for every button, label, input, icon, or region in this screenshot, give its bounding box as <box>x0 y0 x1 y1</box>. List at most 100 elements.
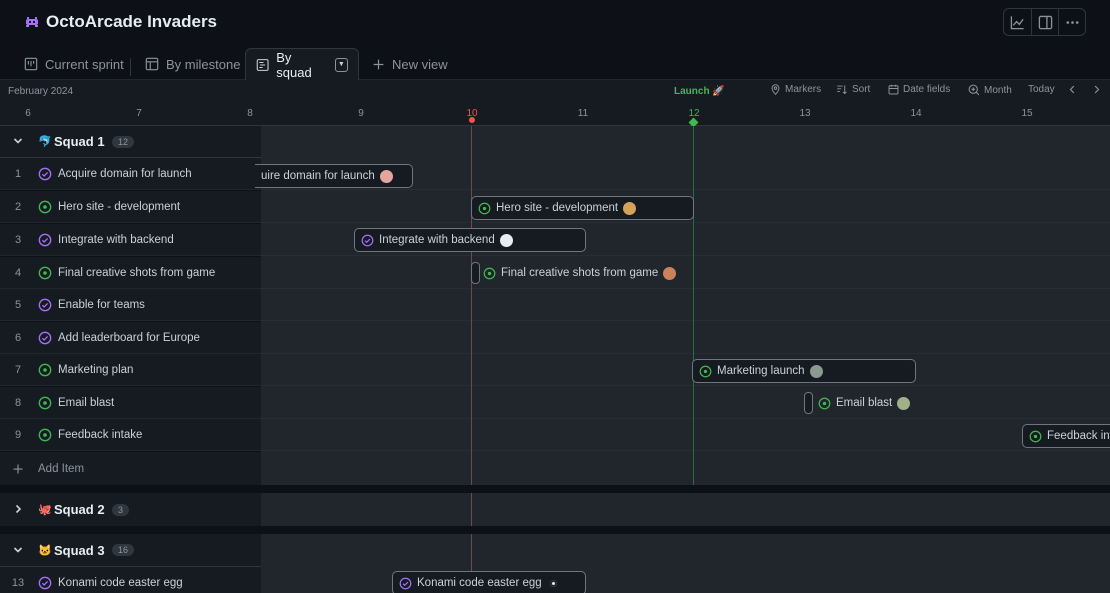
grid-row <box>261 322 1110 354</box>
today-line <box>471 493 472 526</box>
row-number: 5 <box>14 298 22 311</box>
row-number: 6 <box>14 331 22 344</box>
chevron-down-icon[interactable] <box>12 135 24 147</box>
group-header-squad-3[interactable]: 🐱 Squad 3 16 <box>0 534 261 567</box>
issue-open-icon <box>38 396 52 409</box>
project-header: OctoArcade Invaders <box>0 0 1110 44</box>
timeline-bar-marketing-launch[interactable]: Marketing launch <box>692 359 916 383</box>
grid-group-header <box>261 493 1110 525</box>
group-separator <box>0 526 1110 534</box>
group-count-badge: 3 <box>112 503 130 516</box>
timeline-bar-email-blast[interactable]: Email blast <box>812 391 922 415</box>
issue-closed-icon <box>38 576 52 590</box>
side-panel-button[interactable] <box>1031 9 1058 35</box>
timeline-bar-integrate-backend[interactable]: Integrate with backend <box>354 228 586 252</box>
group-name: Squad 2 <box>54 502 105 517</box>
sort-button[interactable]: Sort <box>836 84 870 95</box>
timeline-bar-konami[interactable]: Konami code easter egg <box>392 571 586 593</box>
more-options-button[interactable] <box>1058 9 1085 35</box>
avatar <box>379 169 393 183</box>
chevron-right-icon[interactable] <box>12 503 24 515</box>
table-row[interactable]: 1 Acquire domain for launch <box>0 158 261 190</box>
table-row[interactable]: 2 Hero site - development <box>0 191 261 223</box>
grid-row <box>261 419 1110 451</box>
issue-open-icon <box>38 428 52 441</box>
view-options-dropdown[interactable]: ▼ <box>334 57 348 72</box>
group-header-squad-2[interactable]: 🐙 Squad 2 3 <box>0 493 261 526</box>
issue-open-icon <box>38 266 52 279</box>
sort-label: Sort <box>852 84 871 95</box>
timeline-toolbar: February 2024 Launch 🚀 Markers Sort Date… <box>0 80 1110 128</box>
plus-icon <box>13 464 23 473</box>
grid-group-header <box>261 126 1110 158</box>
table-row[interactable]: 8 Email blast <box>0 387 261 419</box>
issue-open-icon <box>699 365 712 377</box>
group-name: Squad 3 <box>54 542 105 558</box>
table-row[interactable]: 4 Final creative shots from game <box>0 257 261 289</box>
markers-button[interactable]: Markers <box>770 84 821 95</box>
timeline-bar-acquire-domain[interactable]: uire domain for launch <box>255 164 413 188</box>
row-title[interactable]: Konami code easter egg <box>58 577 183 589</box>
tab-label: By squad <box>276 49 312 80</box>
row-title[interactable]: Hero site - development <box>58 201 180 213</box>
chevron-down-icon[interactable] <box>12 544 24 556</box>
table-row[interactable]: 7 Marketing plan <box>0 354 261 386</box>
tab-by-milestone[interactable]: By milestone <box>135 48 250 80</box>
table-row[interactable]: 3 Integrate with backend <box>0 224 261 256</box>
row-title[interactable]: Marketing plan <box>58 364 133 376</box>
date-fields-button[interactable]: Date fields <box>888 84 950 95</box>
tab-current-sprint[interactable]: Current sprint <box>14 48 134 80</box>
date-fields-label: Date fields <box>903 84 951 95</box>
insights-button[interactable] <box>1004 9 1031 35</box>
previous-button[interactable] <box>1068 84 1077 95</box>
timeline-bar-feedback-intake[interactable]: Feedback int <box>1022 424 1110 448</box>
grid-row <box>261 289 1110 321</box>
bar-label: uire domain for launch <box>261 170 375 182</box>
row-number: 9 <box>14 428 22 441</box>
group-emoji-icon: 🐙 <box>38 504 52 516</box>
table-row[interactable]: 5 Enable for teams <box>0 289 261 321</box>
add-item-label: Add Item <box>38 462 85 475</box>
table-row[interactable]: 6 Add leaderboard for Europe <box>0 322 261 354</box>
day-label: 15 <box>1021 108 1033 119</box>
day-label: 14 <box>910 108 922 119</box>
avatar <box>546 576 560 590</box>
app-window: OctoArcade Invaders Current sprint By mi… <box>0 0 1110 593</box>
next-button[interactable] <box>1092 84 1101 95</box>
row-title[interactable]: Email blast <box>58 397 114 409</box>
issue-closed-icon <box>38 331 52 344</box>
launch-marker-label[interactable]: Launch 🚀 <box>674 86 725 97</box>
row-number: 1 <box>14 167 22 180</box>
row-title[interactable]: Final creative shots from game <box>58 267 215 279</box>
bar-label: Feedback int <box>1047 430 1110 442</box>
triangle-down-icon: ▼ <box>337 61 345 68</box>
row-title[interactable]: Add leaderboard for Europe <box>58 332 200 344</box>
group-header-squad-1[interactable]: 🐬 Squad 1 12 <box>0 126 261 158</box>
row-title[interactable]: Integrate with backend <box>58 234 174 246</box>
tab-label: By milestone <box>166 56 241 72</box>
row-title[interactable]: Acquire domain for launch <box>58 168 192 180</box>
bar-label: Konami code easter egg <box>417 577 542 589</box>
avatar <box>663 266 677 280</box>
new-view-button[interactable]: New view <box>362 48 458 80</box>
issue-closed-icon <box>38 298 52 311</box>
timeline-bar-final-creative[interactable]: Final creative shots from game <box>477 261 697 285</box>
zoom-button[interactable]: Month <box>968 84 1012 96</box>
zoom-label: Month <box>984 84 1012 96</box>
table-row[interactable]: 9 Feedback intake <box>0 419 261 451</box>
view-tabs: Current sprint By milestone By squad ▼ N… <box>0 44 1110 80</box>
issue-closed-icon <box>361 234 374 246</box>
tab-divider <box>130 58 131 76</box>
add-item-row[interactable]: Add Item <box>0 452 261 485</box>
issue-closed-icon <box>38 233 52 246</box>
month-label: February 2024 <box>8 86 74 97</box>
roadmap-icon <box>256 58 269 71</box>
row-title[interactable]: Feedback intake <box>58 429 142 441</box>
tab-by-squad[interactable]: By squad ▼ <box>245 48 359 80</box>
kebab-horizontal-icon <box>1066 20 1078 24</box>
marker-line <box>693 126 694 485</box>
row-title[interactable]: Enable for teams <box>58 299 145 311</box>
timeline-bar-hero-site[interactable]: Hero site - development <box>471 196 694 220</box>
table-row[interactable]: 13 Konami code easter egg <box>0 567 261 593</box>
today-button[interactable]: Today <box>1028 84 1055 95</box>
